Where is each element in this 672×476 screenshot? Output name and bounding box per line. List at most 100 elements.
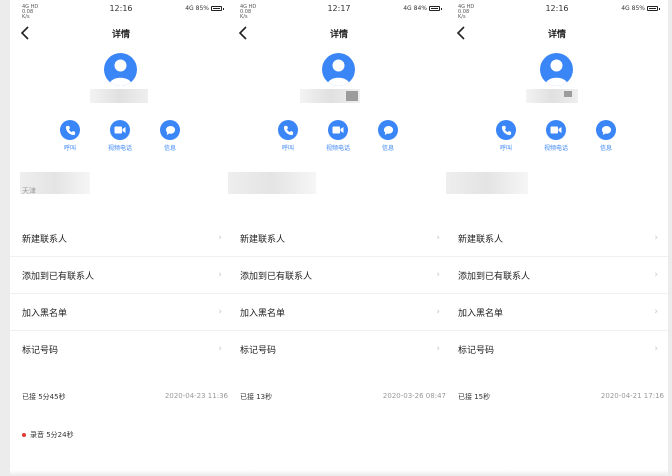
detail-screen-3: 4G HD 0.08 K/s 12:16 4G 85% 详情 呼叫 视频电话 信…: [446, 0, 668, 476]
call-action[interactable]: 呼叫: [50, 120, 90, 152]
phone-button[interactable]: [60, 120, 80, 140]
action-row: 呼叫 视频电话 信息: [228, 120, 450, 156]
call-label: 呼叫: [63, 145, 76, 152]
menu-item-new-contact[interactable]: 新建联系人 ›: [446, 220, 668, 257]
bottom-edge: [10, 470, 232, 476]
video-button[interactable]: [110, 120, 130, 140]
call-date: 2020-03-26 08:47: [382, 392, 446, 400]
video-button[interactable]: [546, 120, 566, 140]
chevron-right-icon: ›: [218, 307, 222, 317]
menu-item-label: 加入黑名单: [22, 309, 68, 319]
phone-button[interactable]: [496, 120, 516, 140]
video-call-label: 视频电话: [325, 145, 350, 152]
avatar: [322, 53, 355, 86]
call-date: 2020-04-21 17:16: [600, 392, 664, 400]
avatar: [540, 53, 573, 86]
page-title: 详情: [111, 30, 130, 40]
recording-label: 录音 5分24秒: [30, 431, 74, 439]
call-label: 呼叫: [281, 145, 294, 152]
message-bubble-icon: [165, 125, 175, 135]
action-row: 呼叫 视频电话 信息: [10, 120, 232, 156]
phone-icon: [283, 125, 293, 135]
message-label: 信息: [599, 145, 612, 152]
status-right: 4G 85%: [185, 5, 224, 12]
chevron-right-icon: ›: [654, 344, 658, 354]
video-call-action[interactable]: 视频电话: [318, 120, 358, 152]
call-duration: 已接 5分45秒: [22, 393, 66, 401]
video-call-label: 视频电话: [107, 145, 132, 152]
menu-item-add-to-existing[interactable]: 添加到已有联系人 ›: [446, 257, 668, 294]
menu-item-new-contact[interactable]: 新建联系人 ›: [10, 220, 232, 257]
header: 详情: [228, 24, 450, 44]
menu-item-label: 新建联系人: [22, 235, 68, 245]
header: 详情: [446, 24, 668, 44]
chevron-right-icon: ›: [654, 270, 658, 280]
menu-item-mark-number[interactable]: 标记号码 ›: [446, 331, 668, 368]
number-info-blurred: [446, 172, 528, 194]
battery-percent: 85%: [631, 5, 645, 12]
status-bar: 4G HD 0.08 K/s 12:16 4G 85%: [10, 4, 232, 20]
video-camera-icon: [550, 126, 562, 134]
page-title: 详情: [329, 30, 348, 40]
video-call-action[interactable]: 视频电话: [100, 120, 140, 152]
menu-item-label: 添加到已有联系人: [458, 272, 531, 282]
battery-percent: 85%: [195, 5, 209, 12]
call-duration: 已接 15秒: [458, 393, 491, 401]
person-icon: [109, 59, 132, 86]
contact-name-blurred-dark: [564, 91, 572, 97]
menu-item-blacklist[interactable]: 加入黑名单 ›: [10, 294, 232, 331]
video-button[interactable]: [328, 120, 348, 140]
menu-item-add-to-existing[interactable]: 添加到已有联系人 ›: [10, 257, 232, 294]
video-call-action[interactable]: 视频电话: [536, 120, 576, 152]
message-action[interactable]: 信息: [586, 120, 626, 152]
menu-item-blacklist[interactable]: 加入黑名单 ›: [228, 294, 450, 331]
phone-icon: [65, 125, 75, 135]
menu-item-label: 标记号码: [22, 346, 59, 356]
message-button[interactable]: [160, 120, 180, 140]
page-title: 详情: [547, 30, 566, 40]
battery-icon: [211, 6, 224, 11]
message-bubble-icon: [383, 125, 393, 135]
menu-item-mark-number[interactable]: 标记号码 ›: [10, 331, 232, 368]
header: 详情: [10, 24, 232, 44]
menu-item-new-contact[interactable]: 新建联系人 ›: [228, 220, 450, 257]
chevron-right-icon: ›: [218, 233, 222, 243]
person-icon: [545, 59, 568, 86]
menu-item-label: 新建联系人: [458, 235, 504, 245]
menu-item-label: 新建联系人: [240, 235, 286, 245]
status-right: 4G 85%: [621, 5, 660, 12]
contact-name-blurred-dark: [346, 91, 358, 101]
call-log-row[interactable]: 已接 15秒 2020-04-21 17:16: [446, 392, 668, 406]
call-log-row[interactable]: 已接 5分45秒 2020-04-23 11:36: [10, 392, 232, 406]
call-action[interactable]: 呼叫: [486, 120, 526, 152]
detail-screen-1: 4G HD 0.08 K/s 12:16 4G 85% 详情 呼叫 视频电话 信…: [10, 0, 232, 476]
call-action[interactable]: 呼叫: [268, 120, 308, 152]
video-camera-icon: [114, 126, 126, 134]
menu-item-mark-number[interactable]: 标记号码 ›: [228, 331, 450, 368]
menu-item-blacklist[interactable]: 加入黑名单 ›: [446, 294, 668, 331]
message-bubble-icon: [601, 125, 611, 135]
message-action[interactable]: 信息: [368, 120, 408, 152]
chevron-right-icon: ›: [654, 233, 658, 243]
status-right: 4G 84%: [403, 5, 442, 12]
menu-item-label: 标记号码: [458, 346, 495, 356]
battery-icon: [647, 6, 660, 11]
signal-label: 4G: [621, 5, 630, 12]
message-button[interactable]: [378, 120, 398, 140]
menu-item-add-to-existing[interactable]: 添加到已有联系人 ›: [228, 257, 450, 294]
recording-row[interactable]: 录音 5分24秒: [22, 430, 74, 440]
call-duration: 已接 13秒: [240, 393, 273, 401]
message-button[interactable]: [596, 120, 616, 140]
bottom-edge: [446, 470, 668, 476]
call-date: 2020-04-23 11:36: [164, 392, 228, 400]
phone-button[interactable]: [278, 120, 298, 140]
call-log-row[interactable]: 已接 13秒 2020-03-26 08:47: [228, 392, 450, 406]
chevron-right-icon: ›: [436, 307, 440, 317]
phone-icon: [501, 125, 511, 135]
detail-screen-2: 4G HD 0.08 K/s 12:17 4G 84% 详情 呼叫 视频电话 信…: [228, 0, 450, 476]
message-label: 信息: [381, 145, 394, 152]
chevron-right-icon: ›: [436, 270, 440, 280]
action-row: 呼叫 视频电话 信息: [446, 120, 668, 156]
message-action[interactable]: 信息: [150, 120, 190, 152]
chevron-right-icon: ›: [436, 233, 440, 243]
